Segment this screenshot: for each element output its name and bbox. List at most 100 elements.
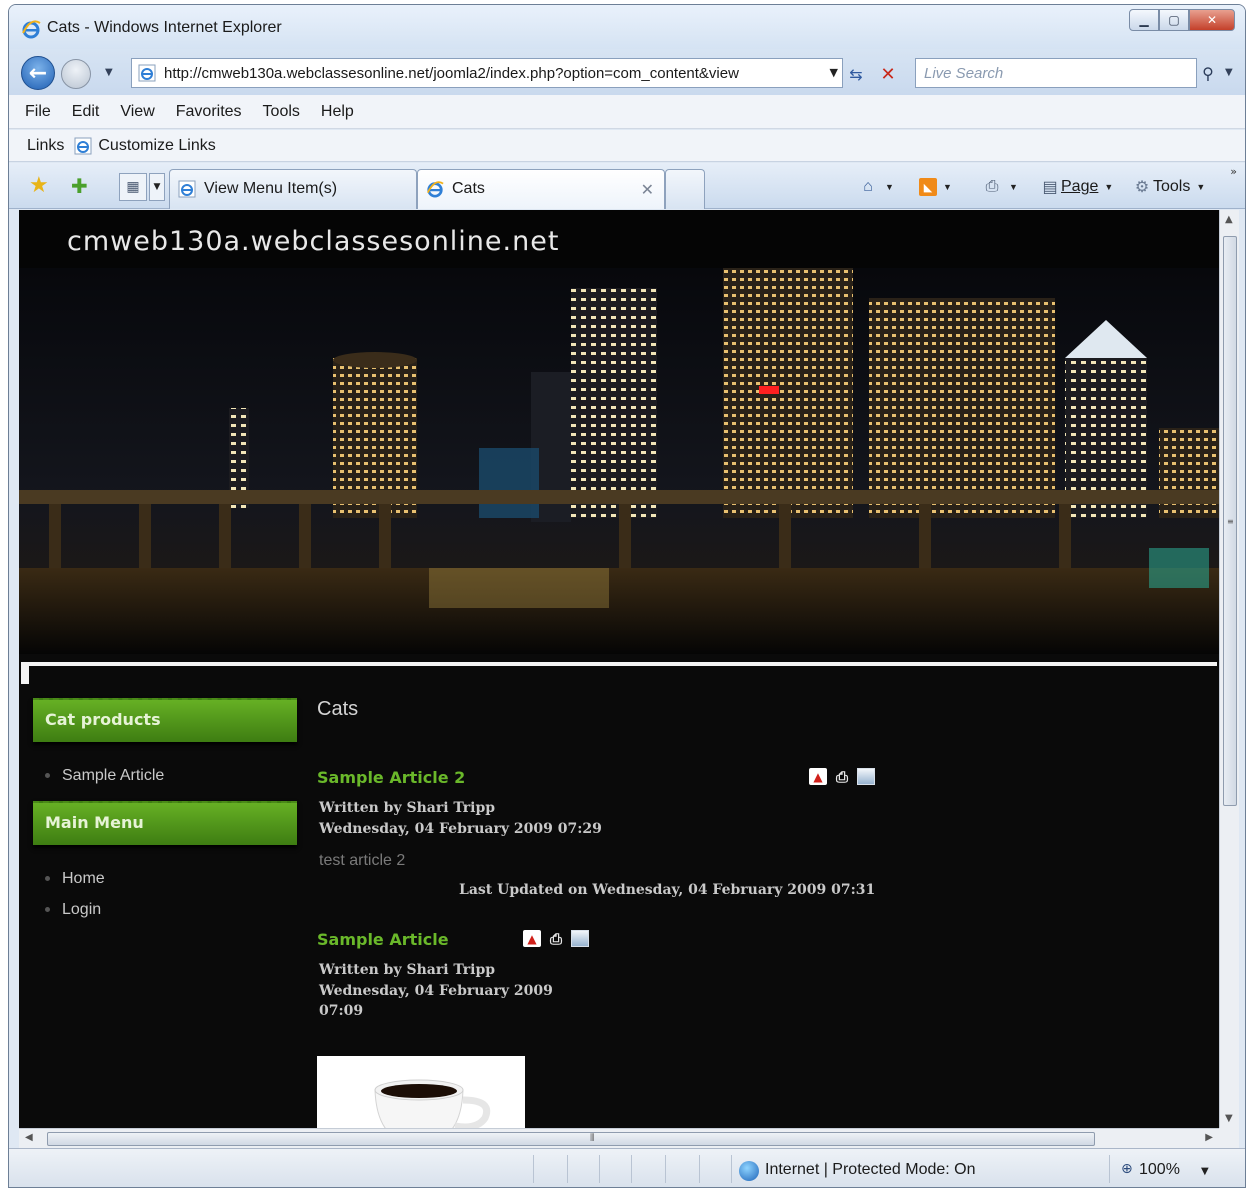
article-title-link[interactable]: Sample Article 2: [317, 768, 465, 787]
city-skyline-banner: [19, 268, 1219, 654]
module-cat-products: Cat products: [33, 698, 297, 742]
module-title: Cat products: [45, 710, 161, 729]
cat-products-list: Sample Article: [33, 742, 297, 801]
grip-icon: ⦀: [590, 1133, 595, 1144]
page-menu-button[interactable]: ▤ Page ▼: [1039, 175, 1113, 199]
ie-logo-icon: [426, 181, 444, 198]
bullet-icon: [45, 773, 50, 778]
article-author: Written by Shari Tripp: [319, 962, 496, 978]
article-time: 07:09: [319, 1003, 364, 1019]
status-bar: Internet | Protected Mode: On ⊕ 100% ▼: [9, 1148, 1245, 1187]
scroll-left-icon[interactable]: ◀: [25, 1132, 33, 1143]
status-divider: [665, 1155, 666, 1183]
menu-help[interactable]: Help: [321, 103, 354, 121]
recent-pages-dropdown[interactable]: ▼: [105, 67, 113, 78]
zoom-dropdown[interactable]: ▼: [1201, 1166, 1209, 1177]
close-tab-icon[interactable]: ✕: [641, 180, 654, 199]
refresh-button[interactable]: ⇆: [843, 61, 869, 87]
bullet-icon: [45, 876, 50, 881]
grip-icon: ≡: [1227, 517, 1234, 526]
search-icon: ⚲: [1202, 63, 1214, 83]
pdf-icon[interactable]: ▲: [523, 930, 541, 947]
address-dropdown[interactable]: ▼: [830, 66, 838, 79]
minimize-button[interactable]: ▁: [1129, 9, 1159, 31]
stop-icon: ✕: [880, 63, 896, 85]
home-button[interactable]: ⌂ ▼: [857, 175, 894, 199]
bullet-icon: [45, 907, 50, 912]
menu-favorites[interactable]: Favorites: [176, 103, 242, 121]
sidebar-item-login[interactable]: Login: [45, 894, 297, 925]
main-menu-list: Home Login: [33, 845, 297, 935]
ie-logo-icon: [74, 137, 92, 154]
customize-links-link[interactable]: Customize Links: [98, 137, 215, 155]
new-tab-button[interactable]: [665, 169, 705, 209]
browser-window: Cats - Windows Internet Explorer ▁ ▢ ✕ ←…: [8, 4, 1246, 1188]
coffee-cup-image: [317, 1056, 525, 1128]
tools-menu-button[interactable]: ⚙ Tools ▼: [1131, 175, 1205, 199]
article-title-link[interactable]: Sample Article: [317, 930, 449, 949]
menu-file[interactable]: File: [25, 103, 51, 121]
chevron-more-icon[interactable]: »: [1230, 165, 1237, 178]
vertical-scrollbar[interactable]: ▲ ≡ ▼: [1219, 210, 1239, 1128]
vertical-scroll-thumb[interactable]: ≡: [1223, 236, 1237, 806]
print-icon[interactable]: ⎙: [833, 768, 851, 786]
sidebar-item-sample-article[interactable]: Sample Article: [45, 760, 297, 791]
favorites-center-button[interactable]: ★: [29, 175, 53, 199]
print-button[interactable]: ⎙ ▼: [981, 175, 1018, 199]
refresh-icon: ⇆: [849, 64, 863, 84]
horizontal-scrollbar[interactable]: ◀ ⦀ ▶: [19, 1128, 1219, 1148]
tab-view-menu-items[interactable]: View Menu Item(s): [169, 169, 417, 209]
pdf-icon[interactable]: ▲: [809, 768, 827, 785]
site-header: cmweb130a.webclassesonline.net: [19, 210, 1219, 268]
article-body: test article 2: [319, 852, 406, 869]
stop-button[interactable]: ✕: [875, 61, 901, 87]
article-author: Written by Shari Tripp: [319, 800, 496, 816]
back-button[interactable]: ←: [21, 56, 55, 90]
article-date: Wednesday, 04 February 2009: [319, 983, 553, 999]
article-updated: Last Updated on Wednesday, 04 February 2…: [459, 882, 876, 898]
print-icon: ⎙: [985, 178, 999, 195]
tab-cats[interactable]: Cats ✕: [417, 169, 665, 209]
module-title: Main Menu: [45, 813, 144, 832]
scroll-right-icon[interactable]: ▶: [1205, 1132, 1213, 1143]
globe-icon: [739, 1161, 759, 1181]
sidebar-item-label: Home: [62, 869, 105, 887]
tab-label: View Menu Item(s): [204, 180, 338, 197]
search-button[interactable]: ⚲: [1197, 61, 1219, 85]
print-icon[interactable]: ⎙: [547, 930, 565, 948]
feeds-button[interactable]: ◣ ▼: [919, 175, 952, 199]
scroll-up-icon[interactable]: ▲: [1225, 214, 1233, 225]
address-bar[interactable]: http://cmweb130a.webclassesonline.net/jo…: [131, 58, 843, 88]
tab-list-dropdown[interactable]: ▼: [149, 173, 165, 201]
sidebar-item-home[interactable]: Home: [45, 863, 297, 894]
security-zone-status[interactable]: Internet | Protected Mode: On: [765, 1161, 976, 1179]
add-favorite-button[interactable]: ✚: [71, 175, 95, 199]
quick-tabs-button[interactable]: ▦: [119, 173, 147, 201]
window-controls: ▁ ▢ ✕: [1129, 9, 1235, 31]
menu-edit[interactable]: Edit: [72, 103, 100, 121]
scroll-corner: [1219, 1128, 1239, 1148]
article-actions: ▲ ⎙: [523, 930, 589, 948]
tab-label: Cats: [452, 180, 485, 197]
email-icon[interactable]: [571, 930, 589, 947]
close-window-button[interactable]: ✕: [1189, 9, 1235, 31]
maximize-button[interactable]: ▢: [1159, 9, 1189, 31]
grid-icon: ▦: [126, 179, 140, 195]
zoom-level[interactable]: 100%: [1139, 1161, 1180, 1179]
page-icon: ▤: [1042, 179, 1058, 196]
address-url[interactable]: http://cmweb130a.webclassesonline.net/jo…: [164, 65, 814, 82]
scroll-down-icon[interactable]: ▼: [1225, 1113, 1233, 1124]
article-date: Wednesday, 04 February 2009 07:29: [319, 821, 602, 837]
content-notch: [21, 662, 29, 684]
search-options-dropdown[interactable]: ▼: [1225, 67, 1233, 78]
forward-button[interactable]: [61, 59, 91, 89]
menu-bar: File Edit View Favorites Tools Help: [9, 95, 1245, 129]
status-divider: [699, 1155, 700, 1183]
search-input[interactable]: Live Search: [915, 58, 1197, 88]
sidebar: Cat products Sample Article Main Menu Ho…: [33, 698, 297, 935]
horizontal-scroll-thumb[interactable]: ⦀: [47, 1132, 1095, 1146]
email-icon[interactable]: [857, 768, 875, 785]
status-divider: [567, 1155, 568, 1183]
menu-view[interactable]: View: [120, 103, 154, 121]
menu-tools[interactable]: Tools: [263, 103, 300, 121]
